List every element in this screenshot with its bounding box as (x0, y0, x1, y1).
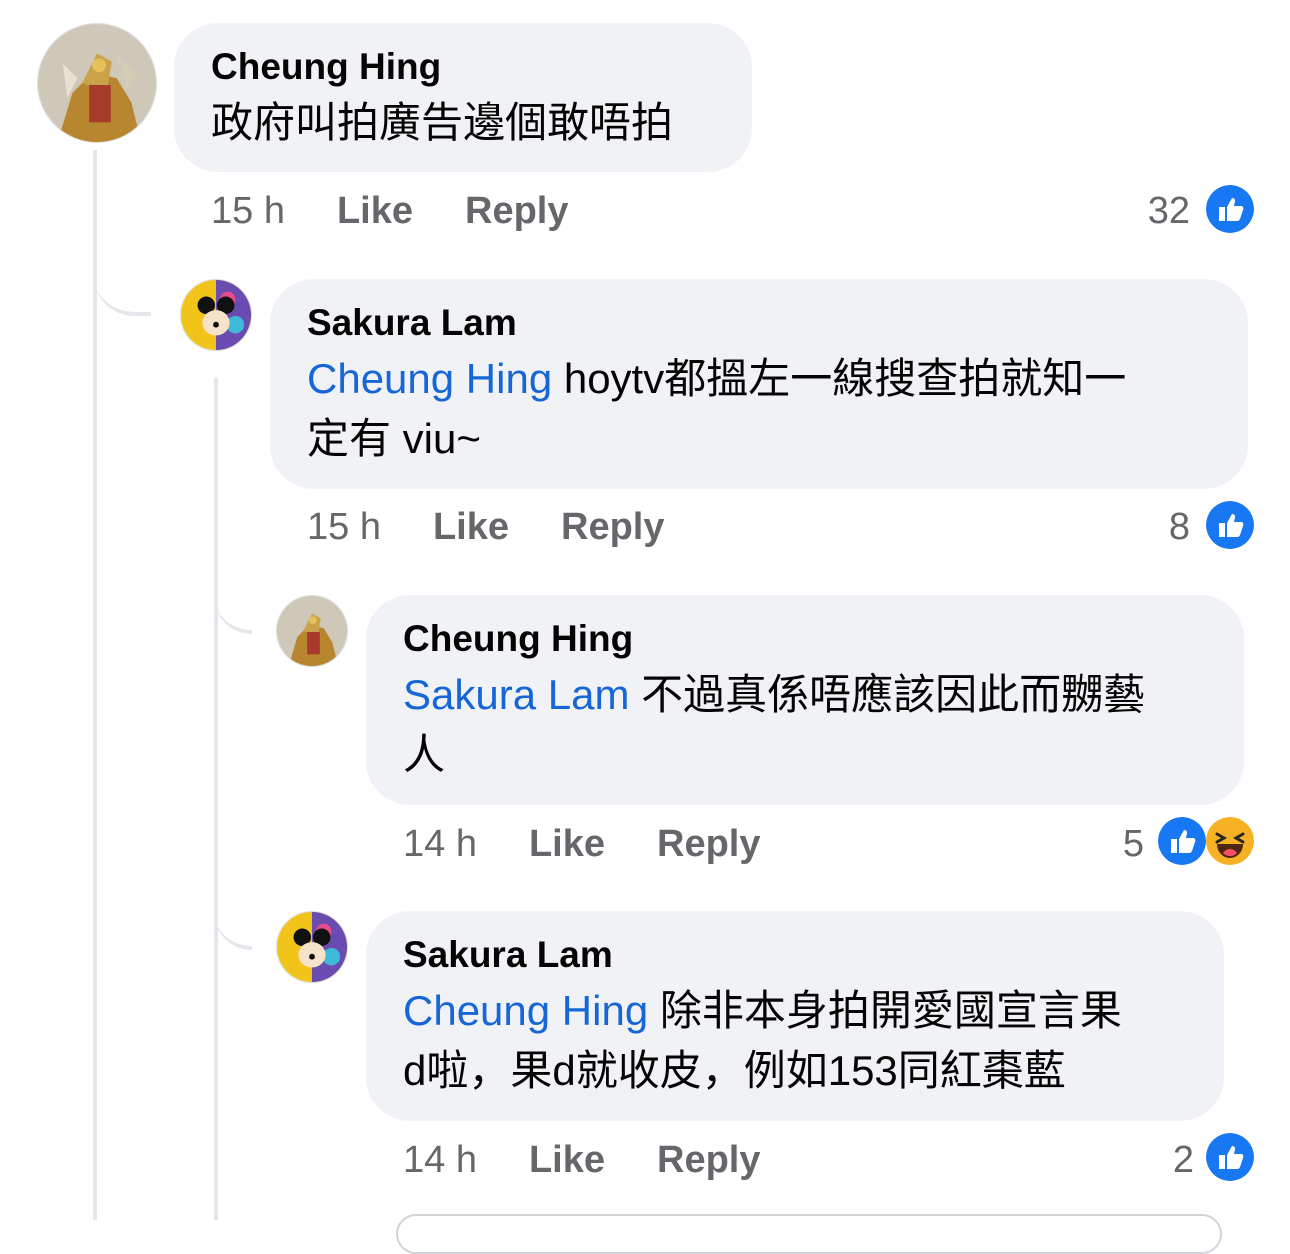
comment-text: Cheung Hing hoytv都搵左一線搜查拍就知一 定有 viu~ (307, 349, 1211, 469)
reaction-count[interactable]: 2 (1100, 1138, 1194, 1182)
avatar-sakura-lam[interactable] (180, 279, 252, 351)
comment-text-line-2: 定有 viu~ (307, 415, 481, 462)
comment-author[interactable]: Cheung Hing (403, 617, 1207, 661)
thumbs-up-icon[interactable] (1158, 817, 1206, 865)
comment-author[interactable]: Sakura Lam (403, 933, 1187, 977)
comment-meta: 15 h Like Reply (307, 505, 665, 549)
comment-time[interactable]: 15 h (211, 189, 285, 233)
comment-bubble: Sakura Lam Cheung Hing 除非本身拍開愛國宣言果 d啦，果d… (366, 911, 1224, 1121)
reply-button[interactable]: Reply (657, 822, 760, 866)
comment-bubble: Cheung Hing Sakura Lam 不過真係唔應該因此而嬲藝 人 (366, 595, 1244, 805)
reaction-count[interactable]: 5 (1050, 822, 1144, 866)
thumbs-up-icon[interactable] (1206, 1133, 1254, 1181)
comment-text-line-2: 人 (403, 731, 446, 778)
comment-bubble: Sakura Lam Cheung Hing hoytv都搵左一線搜查拍就知一 … (270, 279, 1248, 489)
mention-link[interactable]: Cheung Hing (403, 987, 648, 1034)
comment-meta: 14 h Like Reply (403, 822, 761, 866)
thread-connector-reply-3 (214, 886, 252, 950)
reply-button[interactable]: Reply (657, 1138, 760, 1182)
comment-text-line-1: 除非本身拍開愛國宣言果 (648, 987, 1122, 1034)
avatar-cheung-hing[interactable] (276, 595, 348, 667)
comment-meta: 15 h Like Reply (211, 189, 569, 233)
comment-author[interactable]: Cheung Hing (211, 45, 715, 89)
mention-link[interactable]: Cheung Hing (307, 355, 552, 402)
laughing-face-icon[interactable] (1206, 817, 1254, 865)
avatar-cheung-hing[interactable] (37, 23, 157, 143)
comment-meta: 14 h Like Reply (403, 1138, 761, 1182)
like-button[interactable]: Like (529, 1138, 605, 1182)
thumbs-up-icon[interactable] (1206, 501, 1254, 549)
comment-time[interactable]: 14 h (403, 1138, 477, 1182)
thumbs-up-icon[interactable] (1206, 185, 1254, 233)
reaction-count[interactable]: 8 (1100, 505, 1190, 549)
thread-connector-reply-2 (214, 570, 252, 634)
thread-connector-reply-1 (93, 250, 151, 316)
thread-line-nested (214, 378, 218, 1220)
like-button[interactable]: Like (529, 822, 605, 866)
next-comment-bubble-partial (396, 1214, 1222, 1254)
thread-line-root (93, 150, 97, 1220)
comment-text-line-1: 不過真係唔應該因此而嬲藝 (629, 671, 1146, 718)
like-button[interactable]: Like (337, 189, 413, 233)
reply-button[interactable]: Reply (561, 505, 664, 549)
comment-text-line-2: d啦，果d就收皮，例如153同紅棗藍 (403, 1047, 1066, 1094)
comment-text: Sakura Lam 不過真係唔應該因此而嬲藝 人 (403, 665, 1207, 785)
like-button[interactable]: Like (433, 505, 509, 549)
comment-time[interactable]: 14 h (403, 822, 477, 866)
reply-button[interactable]: Reply (465, 189, 568, 233)
comment-author[interactable]: Sakura Lam (307, 301, 1211, 345)
avatar-sakura-lam[interactable] (276, 911, 348, 983)
comment-text-line-1: hoytv都搵左一線搜查拍就知一 (552, 355, 1127, 402)
comment-bubble: Cheung Hing 政府叫拍廣告邊個敢唔拍 (174, 23, 752, 172)
reaction-count[interactable]: 32 (1100, 189, 1190, 233)
comment-text: 政府叫拍廣告邊個敢唔拍 (211, 99, 674, 146)
mention-link[interactable]: Sakura Lam (403, 671, 629, 718)
comment-time[interactable]: 15 h (307, 505, 381, 549)
comment-text: Cheung Hing 除非本身拍開愛國宣言果 d啦，果d就收皮，例如153同紅… (403, 981, 1187, 1101)
